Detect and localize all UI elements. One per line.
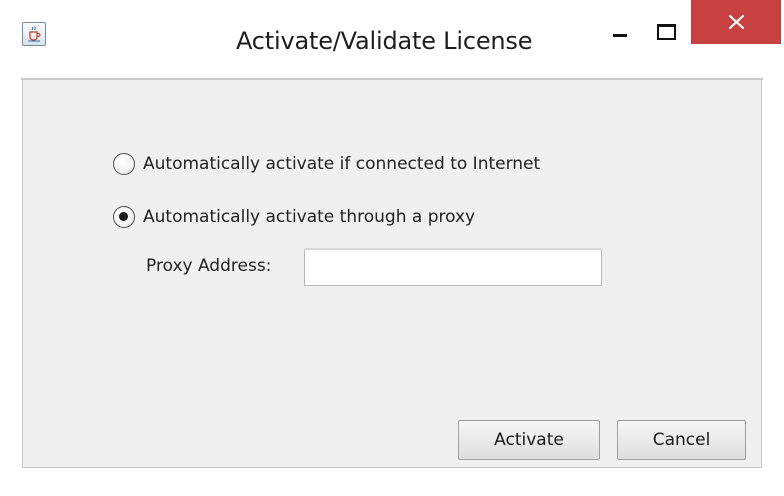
option-internet-label: Automatically activate if connected to I…	[143, 154, 541, 174]
maximize-icon[interactable]	[650, 16, 690, 56]
license-dialog-window: Activate/Validate License Automatically …	[0, 0, 784, 496]
option-proxy-label: Automatically activate through a proxy	[143, 207, 476, 227]
radio-proxy[interactable]	[113, 206, 135, 228]
content-top-border	[21, 78, 763, 80]
title-bar[interactable]: Activate/Validate License	[0, 0, 784, 78]
java-cup-icon	[22, 22, 46, 46]
option-internet[interactable]: Automatically activate if connected to I…	[113, 153, 540, 175]
window-title: Activate/Validate License	[236, 27, 533, 55]
radio-internet[interactable]	[113, 153, 135, 175]
activate-button[interactable]: Activate	[458, 420, 600, 460]
proxy-address-input[interactable]	[304, 248, 602, 286]
close-icon[interactable]	[691, 0, 781, 44]
option-proxy[interactable]: Automatically activate through a proxy	[113, 206, 475, 228]
cancel-button[interactable]: Cancel	[617, 420, 746, 460]
proxy-address-label: Proxy Address:	[146, 256, 272, 276]
minimize-icon[interactable]	[603, 16, 649, 56]
